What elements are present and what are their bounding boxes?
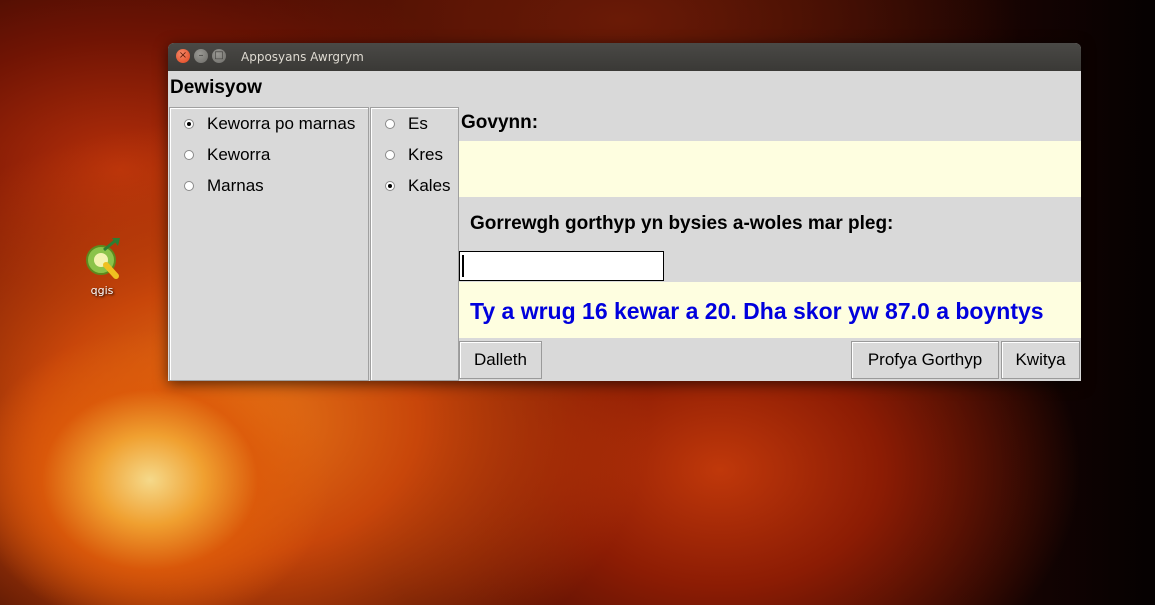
close-icon[interactable]: × — [176, 49, 190, 63]
start-button[interactable]: Dalleth — [459, 341, 542, 379]
level-option-label: Kres — [408, 145, 443, 164]
radio-unselected-icon[interactable] — [385, 119, 395, 129]
mode-option-label: Marnas — [207, 176, 264, 195]
level-options-panel: Es Kres Kales — [370, 107, 459, 381]
radio-unselected-icon[interactable] — [385, 150, 395, 160]
radio-selected-icon[interactable] — [385, 181, 395, 191]
text-cursor — [462, 255, 464, 277]
window-title: Apposyans Awrgrym — [241, 50, 364, 64]
score-text: Ty a wrug 16 kewar a 20. Dha skor yw 87.… — [470, 298, 1044, 324]
level-option-easy[interactable]: Es — [385, 114, 428, 134]
quit-button[interactable]: Kwitya — [1001, 341, 1080, 379]
radio-selected-icon[interactable] — [184, 119, 194, 129]
minimize-icon[interactable]: – — [194, 49, 208, 63]
mode-option-label: Keworra po marnas — [207, 114, 356, 133]
radio-unselected-icon[interactable] — [184, 150, 194, 160]
question-display — [459, 141, 1081, 197]
answer-input[interactable] — [459, 251, 664, 281]
level-option-label: Kales — [408, 176, 451, 195]
score-display: Ty a wrug 16 kewar a 20. Dha skor yw 87.… — [459, 282, 1081, 338]
qgis-logo-icon — [82, 238, 122, 282]
mode-option-label: Keworra — [207, 145, 271, 164]
mode-option-subtract[interactable]: Marnas — [184, 176, 264, 196]
radio-unselected-icon[interactable] — [184, 181, 194, 191]
window-titlebar[interactable]: × – □ Apposyans Awrgrym — [168, 43, 1081, 71]
maximize-icon[interactable]: □ — [212, 49, 226, 63]
answer-prompt: Gorrewgh gorthyp yn bysies a-woles mar p… — [470, 213, 894, 234]
level-option-medium[interactable]: Kres — [385, 145, 443, 165]
app-window: × – □ Apposyans Awrgrym Dewisyow Keworra… — [168, 43, 1081, 381]
mode-option-add[interactable]: Keworra — [184, 145, 270, 165]
qgis-desktop-shortcut[interactable]: qgis — [78, 238, 126, 297]
options-heading: Dewisyow — [170, 77, 262, 98]
qgis-icon-label: qgis — [90, 284, 114, 297]
level-option-hard[interactable]: Kales — [385, 176, 451, 196]
check-answer-button[interactable]: Profya Gorthyp — [851, 341, 999, 379]
window-content: Dewisyow Keworra po marnas Keworra Marna… — [168, 71, 1081, 381]
mode-option-add-or-subtract[interactable]: Keworra po marnas — [184, 114, 355, 134]
question-label: Govynn: — [461, 112, 539, 133]
mode-options-panel: Keworra po marnas Keworra Marnas — [169, 107, 369, 381]
level-option-label: Es — [408, 114, 428, 133]
